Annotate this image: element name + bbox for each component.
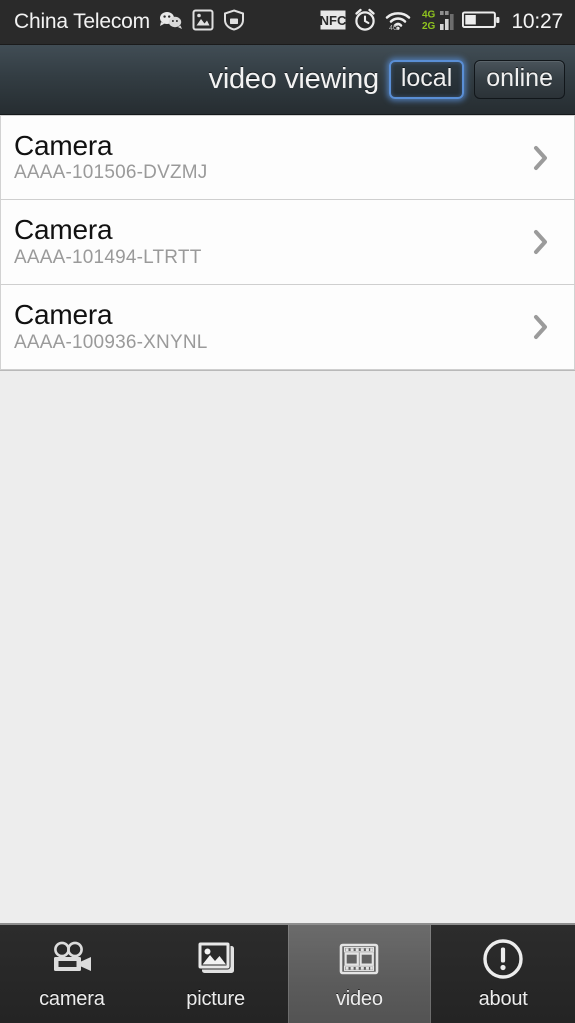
tab-label: about (478, 988, 528, 1010)
photos-stack-icon (193, 937, 239, 981)
camera-list: Camera AAAA-101506-DVZMJ Camera AAAA-101… (0, 115, 575, 371)
list-item[interactable]: Camera AAAA-100936-XNYNL (0, 285, 575, 370)
nfc-icon: NFC (320, 10, 347, 35)
movie-camera-icon (49, 937, 95, 981)
alarm-clock-icon (353, 8, 377, 37)
bottom-tab-bar: camera picture video about (0, 923, 575, 1023)
phone-screen: China Telecom NFC 4G 4G 2G 10:27 video v… (0, 0, 575, 1023)
status-bar-left: China Telecom (14, 8, 245, 36)
online-tab-button[interactable]: online (474, 60, 565, 99)
local-tab-button[interactable]: local (388, 60, 465, 99)
tab-label: video (335, 988, 383, 1010)
svg-text:NFC: NFC (320, 13, 346, 28)
tab-label: camera (39, 988, 105, 1010)
wifi-icon: 4G (384, 9, 414, 36)
list-item-texts: Camera AAAA-101494-LTRTT (14, 215, 528, 268)
shield-location-icon (223, 8, 245, 36)
list-item-texts: Camera AAAA-100936-XNYNL (14, 300, 528, 353)
clock-label: 10:27 (511, 10, 563, 33)
list-item[interactable]: Camera AAAA-101506-DVZMJ (0, 115, 575, 200)
svg-text:4G: 4G (389, 25, 398, 31)
camera-name: Camera (14, 214, 113, 246)
page-title: video viewing (208, 63, 380, 95)
status-bar: China Telecom NFC 4G 4G 2G 10:27 (0, 0, 575, 45)
chevron-right-icon[interactable] (528, 227, 554, 257)
battery-icon (462, 10, 500, 35)
chevron-right-icon[interactable] (528, 312, 554, 342)
tab-label: picture (186, 988, 245, 1010)
camera-name: Camera (14, 299, 113, 331)
signal-4g-2g-icon: 4G 2G (421, 8, 455, 37)
tab-camera[interactable]: camera (0, 925, 144, 1023)
title-bar: video viewing local online (0, 45, 575, 115)
carrier-label: China Telecom (14, 10, 150, 33)
tab-video[interactable]: video (287, 925, 432, 1023)
content-area: Camera AAAA-101506-DVZMJ Camera AAAA-101… (0, 115, 575, 923)
chevron-right-icon[interactable] (528, 143, 554, 173)
list-item-texts: Camera AAAA-101506-DVZMJ (14, 129, 528, 184)
camera-uid: AAAA-101494-LTRTT (14, 246, 202, 268)
tab-picture[interactable]: picture (144, 925, 288, 1023)
camera-uid: AAAA-101506-DVZMJ (14, 162, 208, 184)
svg-text:4G: 4G (422, 9, 436, 20)
list-item[interactable]: Camera AAAA-101494-LTRTT (0, 200, 575, 285)
exclamation-circle-icon (481, 937, 525, 981)
camera-uid: AAAA-100936-XNYNL (14, 331, 208, 353)
film-strip-icon (338, 937, 380, 981)
svg-text:2G: 2G (422, 21, 436, 32)
camera-name: Camera (14, 129, 113, 161)
wechat-icon (159, 10, 183, 35)
tab-about[interactable]: about (431, 925, 575, 1023)
status-bar-right: NFC 4G 4G 2G 10:27 (320, 8, 563, 37)
screenshot-icon (192, 9, 214, 36)
